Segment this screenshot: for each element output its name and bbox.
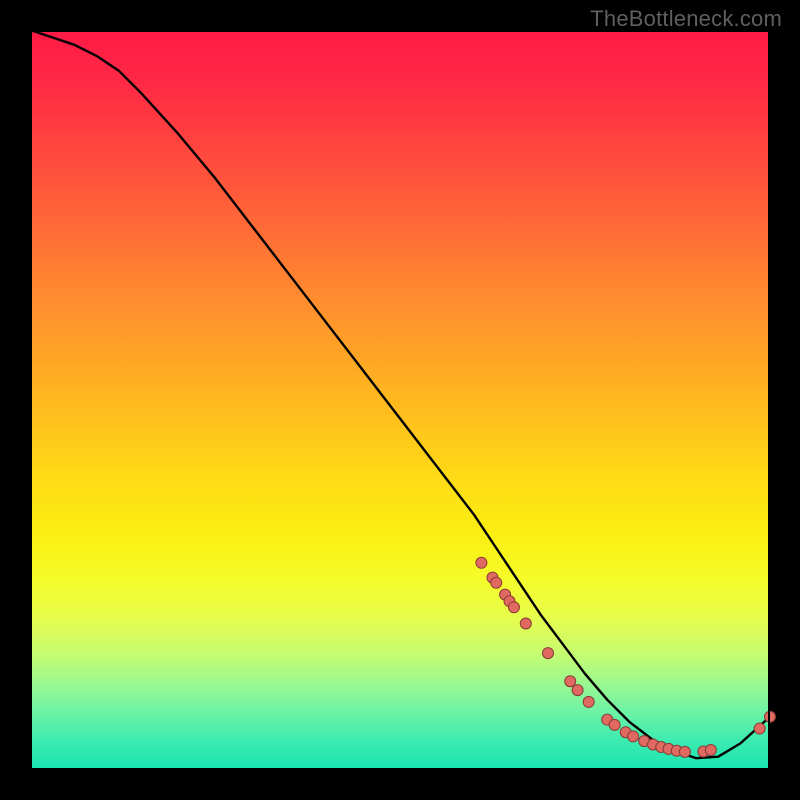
marker-point (491, 577, 502, 588)
marker-point (679, 746, 690, 757)
marker-point (609, 719, 620, 730)
marker-point (628, 731, 639, 742)
marker-point (476, 557, 487, 568)
marker-layer (476, 557, 776, 757)
plot-area (30, 30, 770, 770)
marker-point (508, 602, 519, 613)
marker-point (705, 745, 716, 756)
marker-point (520, 618, 531, 629)
marker-point (765, 711, 776, 722)
marker-point (565, 676, 576, 687)
marker-point (754, 723, 765, 734)
marker-point (572, 685, 583, 696)
marker-point (583, 696, 594, 707)
chart-container: TheBottleneck.com (0, 0, 800, 800)
marker-point (543, 648, 554, 659)
curve-layer (30, 30, 770, 770)
attribution-label: TheBottleneck.com (590, 6, 782, 32)
bottleneck-curve (30, 30, 770, 758)
